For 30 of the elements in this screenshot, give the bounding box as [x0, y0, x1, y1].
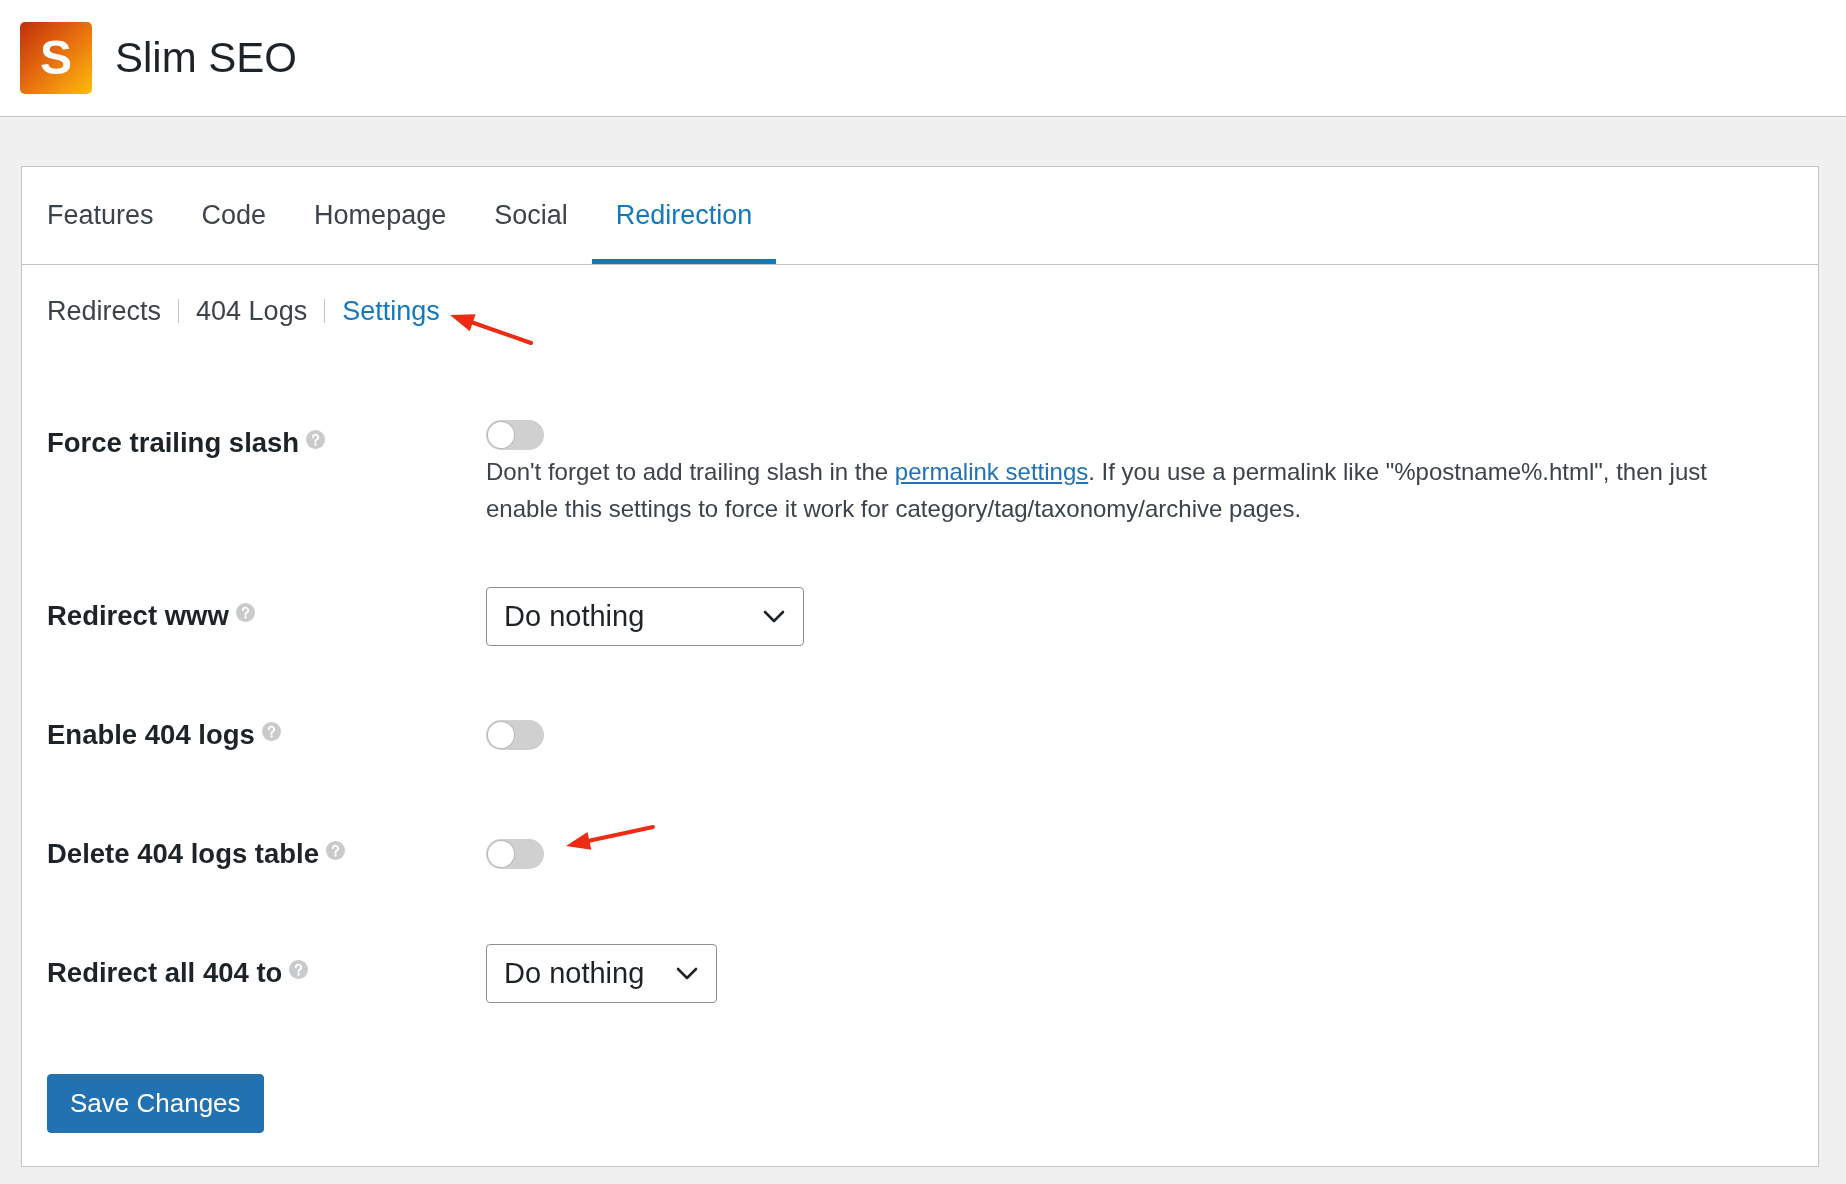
- setting-label: Redirect www: [47, 600, 229, 632]
- toggle-switch[interactable]: [486, 420, 544, 450]
- toggle-switch[interactable]: [486, 720, 544, 750]
- dropdown[interactable]: Do nothing: [486, 586, 804, 646]
- chevron-down-icon: [676, 966, 699, 980]
- text-link[interactable]: permalink settings: [894, 458, 1089, 485]
- chevron-down-icon: [763, 609, 785, 623]
- setting-label: Enable 404 logs: [47, 719, 255, 751]
- setting-label: Force trailing slash: [47, 427, 300, 459]
- save-button[interactable]: Save Changes: [47, 1074, 264, 1133]
- help-icon[interactable]: [289, 959, 309, 979]
- help-icon[interactable]: [235, 602, 255, 622]
- tab[interactable]: Homepage: [290, 167, 471, 264]
- subnav-link[interactable]: Redirects: [47, 296, 162, 326]
- setting-label: Redirect all 404 to: [47, 957, 283, 989]
- help-icon[interactable]: [326, 840, 346, 860]
- setting-description: Don't forget to add trailing slash in the permalink settings. If you use a permalink like "%postname%.html", then just enable this settings to force it work for category/tag/taxonomy/archive pages.: [486, 457, 1708, 524]
- setting-label: Delete 404 logs table: [47, 838, 320, 870]
- app-title: Slim SEO: [115, 34, 298, 82]
- tab[interactable]: Social: [470, 167, 592, 264]
- toggle-switch[interactable]: [486, 839, 544, 869]
- help-icon[interactable]: [261, 721, 281, 741]
- help-icon[interactable]: [306, 429, 326, 449]
- tab[interactable]: Redirection: [591, 167, 777, 264]
- dropdown[interactable]: Do nothing: [486, 943, 718, 1003]
- tab[interactable]: Code: [177, 167, 291, 264]
- app-logo: S: [20, 22, 92, 94]
- tab[interactable]: Features: [23, 167, 178, 264]
- subnav-link[interactable]: 404 Logs: [196, 296, 308, 326]
- subnav-link[interactable]: Settings: [342, 296, 440, 326]
